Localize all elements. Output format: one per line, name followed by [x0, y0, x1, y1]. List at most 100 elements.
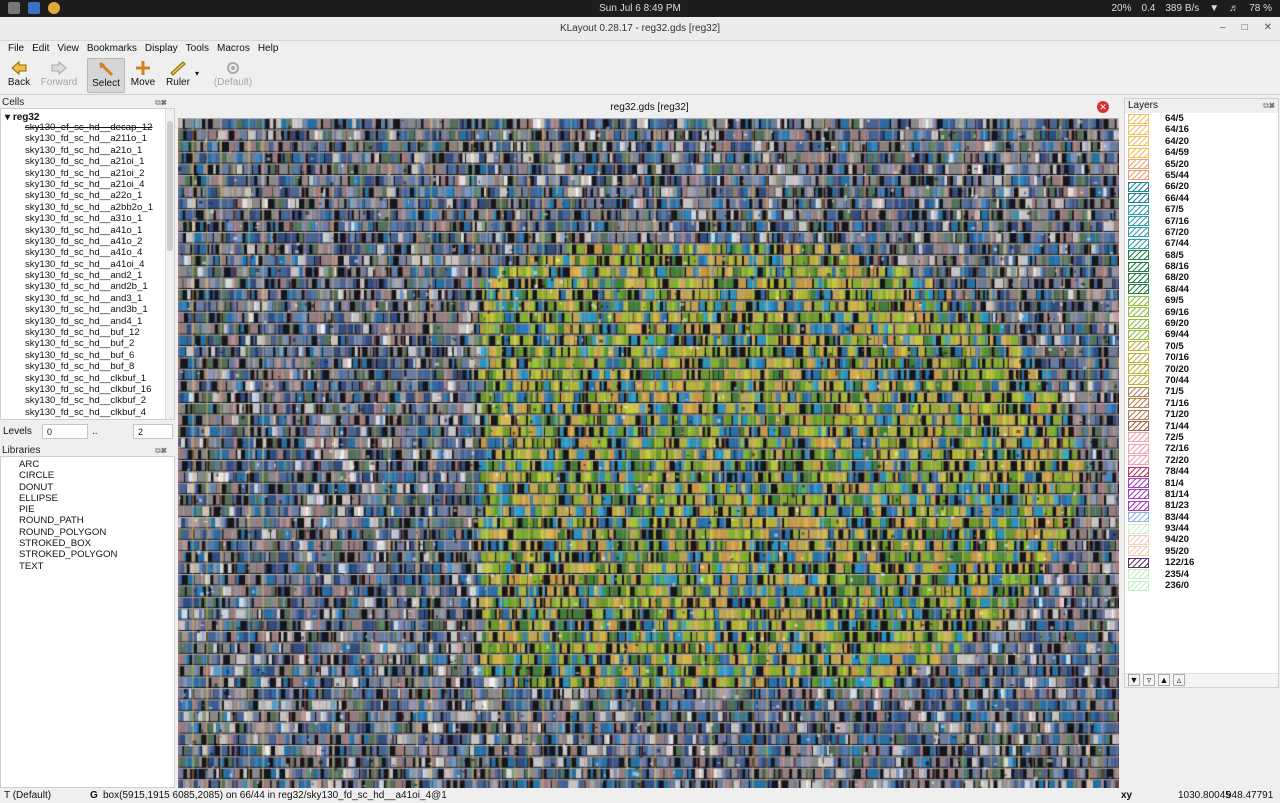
layer-item[interactable]: 67/20 — [1125, 227, 1278, 238]
cell-item[interactable]: sky130_fd_sc_hd__and3_1 — [25, 293, 153, 304]
layer-item[interactable]: 94/20 — [1125, 534, 1278, 545]
menu-bookmarks[interactable]: Bookmarks — [83, 41, 141, 57]
levels-from-spinbox[interactable]: 0 — [42, 424, 88, 439]
library-item[interactable]: STROKED_BOX — [19, 538, 117, 549]
layer-item[interactable]: 70/44 — [1125, 375, 1278, 386]
layer-item[interactable]: 71/5 — [1125, 386, 1278, 397]
cell-item[interactable]: sky130_fd_sc_hd__a31o_1 — [25, 213, 153, 224]
cell-item[interactable]: sky130_fd_sc_hd__a21oi_4 — [25, 179, 153, 190]
layer-item[interactable]: 69/20 — [1125, 318, 1278, 329]
move-tool-button[interactable]: Move — [128, 58, 158, 93]
library-item[interactable]: DONUT — [19, 482, 117, 493]
layer-item[interactable]: 81/4 — [1125, 478, 1278, 489]
cell-item[interactable]: sky130_fd_sc_hd__a2bb2o_1 — [25, 202, 153, 213]
cell-item[interactable]: sky130_fd_sc_hd__a41o_1 — [25, 225, 153, 236]
menu-edit[interactable]: Edit — [28, 41, 53, 57]
layer-item[interactable]: 68/44 — [1125, 284, 1278, 295]
layer-item[interactable]: 122/16 — [1125, 557, 1278, 568]
levels-to-spinbox[interactable]: 2 — [133, 424, 173, 439]
layer-item[interactable]: 68/20 — [1125, 272, 1278, 283]
menu-view[interactable]: View — [53, 41, 83, 57]
cell-item[interactable]: sky130_fd_sc_hd__and4_1 — [25, 316, 153, 327]
layer-item[interactable]: 83/44 — [1125, 512, 1278, 523]
layout-canvas[interactable] — [178, 118, 1119, 788]
library-item[interactable]: ROUND_POLYGON — [19, 527, 117, 538]
library-item[interactable]: PIE — [19, 504, 117, 515]
library-item[interactable]: ARC — [19, 459, 117, 470]
layer-item[interactable]: 67/5 — [1125, 204, 1278, 215]
layer-item[interactable]: 71/20 — [1125, 409, 1278, 420]
library-item[interactable]: ROUND_PATH — [19, 515, 117, 526]
ruler-tool-button[interactable]: Ruler — [162, 58, 194, 93]
cell-item[interactable]: sky130_fd_sc_hd__clkbuf_1 — [25, 373, 153, 384]
layer-item[interactable]: 93/44 — [1125, 523, 1278, 534]
layer-item[interactable]: 68/16 — [1125, 261, 1278, 272]
layer-item[interactable]: 72/5 — [1125, 432, 1278, 443]
layer-item[interactable]: 64/5 — [1125, 113, 1278, 124]
layer-item[interactable]: 81/14 — [1125, 489, 1278, 500]
layer-up-icon[interactable]: ▲ — [1158, 674, 1170, 686]
cell-item[interactable]: sky130_fd_sc_hd__a41oi_4 — [25, 259, 153, 270]
panel-float-icon[interactable]: ⧉✖ — [155, 98, 167, 108]
cell-item[interactable]: sky130_fd_sc_hd__a41o_4 — [25, 247, 153, 258]
layer-item[interactable]: 69/16 — [1125, 307, 1278, 318]
layer-item[interactable]: 68/5 — [1125, 250, 1278, 261]
layer-item[interactable]: 81/23 — [1125, 500, 1278, 511]
layer-item[interactable]: 70/5 — [1125, 341, 1278, 352]
forward-button[interactable]: Forward — [38, 58, 80, 93]
layer-item[interactable]: 235/4 — [1125, 569, 1278, 580]
system-tray[interactable]: 20% 0.4 389 B/s ▼ ♬ 78 % — [1111, 3, 1272, 14]
layer-down-all-icon[interactable]: ▿ — [1143, 674, 1155, 686]
menu-macros[interactable]: Macros — [213, 41, 254, 57]
library-item[interactable]: ELLIPSE — [19, 493, 117, 504]
cell-item[interactable]: sky130_fd_sc_hd__a21oi_1 — [25, 156, 153, 167]
layer-item[interactable]: 95/20 — [1125, 546, 1278, 557]
panel-float-icon[interactable]: ⧉✖ — [1263, 101, 1275, 111]
cell-item[interactable]: sky130_fd_sc_hd__a21o_1 — [25, 145, 153, 156]
maximize-icon[interactable]: □ — [1242, 22, 1248, 33]
select-tool-button[interactable]: Select — [87, 58, 125, 93]
layer-item[interactable]: 70/16 — [1125, 352, 1278, 363]
layer-item[interactable]: 65/44 — [1125, 170, 1278, 181]
cell-item[interactable]: sky130_fd_sc_hd__clkbuf_4 — [25, 407, 153, 418]
layer-item[interactable]: 236/0 — [1125, 580, 1278, 591]
layer-item[interactable]: 65/20 — [1125, 159, 1278, 170]
layer-item[interactable]: 78/44 — [1125, 466, 1278, 477]
cell-item[interactable]: sky130_fd_sc_hd__clkbuf_2 — [25, 395, 153, 406]
cells-scrollbar[interactable] — [165, 109, 174, 419]
menu-display[interactable]: Display — [141, 41, 182, 57]
cell-item[interactable]: sky130_fd_sc_hd__and3b_1 — [25, 304, 153, 315]
layer-item[interactable]: 71/16 — [1125, 398, 1278, 409]
back-button[interactable]: Back — [4, 58, 34, 93]
scrollbar-thumb[interactable] — [167, 121, 173, 251]
cell-item[interactable]: sky130_fd_sc_hd__clkbuf_16 — [25, 384, 153, 395]
layer-item[interactable]: 72/16 — [1125, 443, 1278, 454]
layer-item[interactable]: 64/16 — [1125, 124, 1278, 135]
layer-item[interactable]: 71/44 — [1125, 421, 1278, 432]
menu-file[interactable]: File — [4, 41, 28, 57]
cell-item[interactable]: sky130_fd_sc_hd__buf_8 — [25, 361, 153, 372]
layer-item[interactable]: 67/16 — [1125, 216, 1278, 227]
ruler-dropdown-icon[interactable]: ▾ — [195, 69, 199, 78]
cell-item[interactable]: sky130_fd_sc_hd__buf_2 — [25, 338, 153, 349]
close-icon[interactable]: ✕ — [1264, 22, 1272, 33]
cell-item[interactable]: sky130_fd_sc_hd__a41o_2 — [25, 236, 153, 247]
library-item[interactable]: TEXT — [19, 561, 117, 572]
default-button[interactable]: (Default) — [210, 58, 256, 93]
layer-item[interactable]: 64/59 — [1125, 147, 1278, 158]
cell-item[interactable]: sky130_fd_sc_hd__a211o_1 — [25, 133, 153, 144]
layer-up-all-icon[interactable]: ▵ — [1173, 674, 1185, 686]
layer-item[interactable]: 64/20 — [1125, 136, 1278, 147]
menu-help[interactable]: Help — [254, 41, 283, 57]
library-item[interactable]: CIRCLE — [19, 470, 117, 481]
panel-float-icon[interactable]: ⧉✖ — [155, 446, 167, 456]
minimize-icon[interactable]: – — [1220, 22, 1226, 33]
cell-item[interactable]: sky130_fd_sc_hd__buf_12 — [25, 327, 153, 338]
library-item[interactable]: STROKED_POLYGON — [19, 549, 117, 560]
layer-item[interactable]: 72/20 — [1125, 455, 1278, 466]
cell-item[interactable]: sky130_ef_sc_hd__decap_12 — [25, 122, 153, 133]
layer-down-icon[interactable]: ▼ — [1128, 674, 1140, 686]
layer-item[interactable]: 66/44 — [1125, 193, 1278, 204]
layer-item[interactable]: 67/44 — [1125, 238, 1278, 249]
cell-item[interactable]: sky130_fd_sc_hd__buf_6 — [25, 350, 153, 361]
